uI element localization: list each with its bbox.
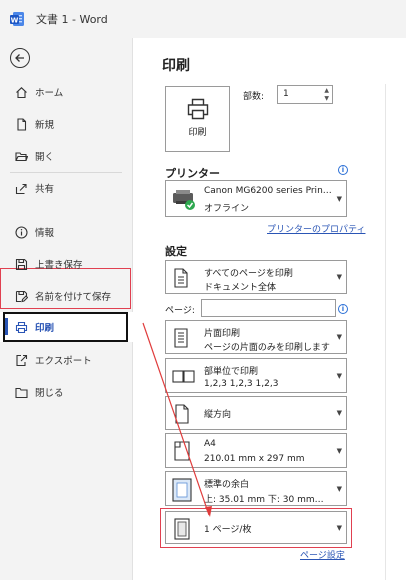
save-as-icon [14,289,28,303]
chevron-down-icon: ▼ [336,447,342,455]
chevron-down-icon[interactable]: ▼ [324,95,329,102]
chevron-down-icon: ▼ [336,485,342,493]
chevron-down-icon: ▼ [336,333,342,341]
copies-value: 1 [283,89,289,99]
share-icon [14,181,28,195]
chevron-down-icon: ▼ [336,273,342,281]
open-folder-icon [14,149,28,163]
pages-per-sheet-dropdown[interactable]: 1 ページ/枚 ▼ [165,511,347,544]
sidebar-item-label: 情報 [35,228,55,239]
arrow-left-icon [15,54,24,62]
setting-line-2: 上: 35.01 mm 下: 30 mm… [204,495,324,505]
window-title: 文書 1 - Word [36,13,108,26]
preview-divider [385,84,386,580]
one-sided-icon [171,327,193,352]
setting-line-1: すべてのページを印刷 [204,269,293,279]
print-button[interactable]: 印刷 [165,86,230,152]
printer-section-title: プリンター [165,167,220,180]
settings-section-title: 設定 [165,245,187,258]
setting-line-1: 標準の余白 [204,480,250,490]
printer-icon [187,98,209,120]
portrait-icon [171,403,193,428]
orientation-dropdown[interactable]: 縦方向 ▼ [165,396,347,430]
sidebar-item-close[interactable]: 閉じる [0,377,133,407]
sidebar-item-label: ホーム [35,88,64,99]
printer-dropdown[interactable]: Canon MG6200 series Prin… オフライン ▼ [165,180,347,217]
setting-line-1: A4 [204,439,216,449]
pages-per-sheet-icon [171,518,193,543]
info-icon[interactable]: i [338,304,348,314]
copies-stepper[interactable]: 1 ▲ ▼ [277,85,333,104]
paper-size-dropdown[interactable]: A4 210.01 mm x 297 mm ▼ [165,433,347,468]
sidebar-item-label: エクスポート [35,356,92,367]
document-pages-icon [171,267,193,292]
setting-line-2: ページの片面のみを印刷します [204,343,330,353]
sidebar-item-open[interactable]: 開く [0,141,133,171]
pages-input[interactable] [201,299,336,317]
save-icon [14,257,28,271]
setting-line-1: 縦方向 [204,410,232,420]
sidebar-item-label: 新規 [35,120,55,131]
page-setup-link[interactable]: ページ設定 [300,548,345,561]
print-button-label: 印刷 [188,128,207,138]
setting-line-2: 210.01 mm x 297 mm [204,454,305,464]
copies-label: 部数: [243,92,265,102]
sidebar-item-export[interactable]: エクスポート [0,345,133,375]
sidebar-item-label: 上書き保存 [35,260,83,271]
sidebar-item-label: 開く [35,152,55,163]
export-icon [14,353,28,367]
sides-dropdown[interactable]: 片面印刷 ページの片面のみを印刷します ▼ [165,320,347,354]
margins-icon [171,478,193,505]
back-button[interactable] [10,48,30,68]
sidebar-divider [10,172,122,173]
paper-size-icon [171,440,193,465]
title-bar: W 文書 1 - Word [0,0,406,38]
setting-line-1: 1 ページ/枚 [204,525,252,535]
setting-line-2: ドキュメント全体 [204,283,277,293]
pages-label: ページ: [165,306,195,316]
sidebar-item-label: 閉じる [35,388,64,399]
printer-properties-link[interactable]: プリンターのプロパティ [267,222,365,235]
collation-dropdown[interactable]: 部単位で印刷 1,2,3 1,2,3 1,2,3 ▼ [165,358,347,393]
sidebar-item-home[interactable]: ホーム [0,77,133,107]
page-title: 印刷 [162,58,190,74]
printer-device-icon [171,187,199,214]
chevron-down-icon: ▼ [336,524,342,532]
printer-status: オフライン [204,204,250,214]
chevron-up-icon[interactable]: ▲ [324,87,329,94]
setting-line-1: 部単位で印刷 [204,367,259,377]
sidebar-item-new[interactable]: 新規 [0,109,133,139]
home-icon [14,85,28,99]
print-nav-selected-bar [5,318,8,335]
sidebar-item-label: 名前を付けて保存 [35,292,112,303]
printer-name: Canon MG6200 series Prin… [204,186,332,196]
collated-icon [171,365,197,390]
svg-text:W: W [11,16,19,24]
info-icon[interactable]: i [338,165,348,175]
chevron-down-icon: ▼ [336,409,342,417]
setting-line-1: 片面印刷 [204,329,241,339]
setting-line-2: 1,2,3 1,2,3 1,2,3 [204,379,279,389]
print-range-dropdown[interactable]: すべてのページを印刷 ドキュメント全体 ▼ [165,260,347,294]
word-logo-icon: W [9,11,25,27]
sidebar-item-share[interactable]: 共有 [0,173,133,203]
new-document-icon [14,117,28,131]
sidebar-item-info[interactable]: 情報 [0,217,133,247]
sidebar-item-label: 共有 [35,184,55,195]
print-nav-selected-outline [3,312,128,342]
sidebar-item-save[interactable]: 上書き保存 [0,249,133,279]
info-icon [14,225,28,239]
sidebar-item-save-as[interactable]: 名前を付けて保存 [0,281,133,311]
chevron-down-icon: ▼ [336,195,342,203]
chevron-down-icon: ▼ [336,372,342,380]
close-folder-icon [14,385,28,399]
margins-dropdown[interactable]: 標準の余白 上: 35.01 mm 下: 30 mm… ▼ [165,471,347,506]
